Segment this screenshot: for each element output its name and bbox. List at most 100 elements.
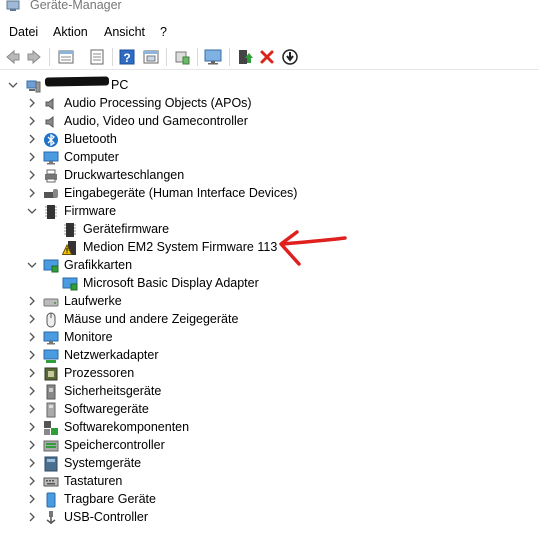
tree-category-label: Bluetooth xyxy=(64,132,117,146)
update-driver-icon[interactable] xyxy=(236,48,254,66)
chevron-down-icon[interactable] xyxy=(27,260,37,270)
chevron-right-icon[interactable] xyxy=(27,170,37,180)
monitor-icon xyxy=(43,331,59,345)
menu-ansicht[interactable]: Ansicht xyxy=(104,25,145,39)
tree-category[interactable]: Audio Processing Objects (APOs) xyxy=(0,95,539,113)
tree-device[interactable]: Gerätefirmware xyxy=(0,221,539,239)
tree-category[interactable]: Prozessoren xyxy=(0,365,539,383)
tree-device[interactable]: Medion EM2 System Firmware 113 xyxy=(0,239,539,257)
chevron-right-icon[interactable] xyxy=(27,458,37,468)
tree-category-label: Netzwerkadapter xyxy=(64,348,159,362)
tree-category[interactable]: Softwaregeräte xyxy=(0,401,539,419)
display-adapter-icon xyxy=(62,277,78,291)
tree-category-label: Mäuse und andere Zeigegeräte xyxy=(64,312,239,326)
tree-category-label: Speichercontroller xyxy=(64,438,165,452)
chevron-right-icon[interactable] xyxy=(27,296,37,306)
tree-category-label: Computer xyxy=(64,150,119,164)
tree-category-label: Firmware xyxy=(64,204,117,218)
title-bar: Geräte-Manager xyxy=(0,0,539,18)
chevron-right-icon[interactable] xyxy=(27,422,37,432)
tree-category[interactable]: Eingabegeräte (Human Interface Devices) xyxy=(0,185,539,203)
chevron-right-icon[interactable] xyxy=(27,368,37,378)
chevron-right-icon[interactable] xyxy=(27,134,37,144)
tree-category-label: Audio, Video und Gamecontroller xyxy=(64,114,248,128)
tree-category[interactable]: Tastaturen xyxy=(0,473,539,491)
tree-root-label: PC xyxy=(111,78,129,92)
computer-icon xyxy=(26,80,41,93)
software-component-icon xyxy=(44,421,58,435)
chevron-right-icon[interactable] xyxy=(27,386,37,396)
monitor-icon[interactable] xyxy=(204,48,222,66)
tree-category-label: Prozessoren xyxy=(64,366,135,380)
tree-category-label: Systemgeräte xyxy=(64,456,142,470)
tree-category[interactable]: Grafikkarten xyxy=(0,257,539,275)
disable-icon[interactable] xyxy=(281,48,299,66)
chevron-right-icon[interactable] xyxy=(27,314,37,324)
chevron-right-icon[interactable] xyxy=(27,188,37,198)
chevron-right-icon[interactable] xyxy=(27,98,37,108)
redacted-computer-name xyxy=(44,76,110,87)
tree-category[interactable]: Firmware xyxy=(0,203,539,221)
tree-device-label: Microsoft Basic Display Adapter xyxy=(83,276,259,290)
tree-category[interactable]: Mäuse und andere Zeigegeräte xyxy=(0,311,539,329)
usb-icon xyxy=(46,511,56,524)
menu-datei[interactable]: Datei xyxy=(9,25,38,39)
device-tree: PC Audio Processing Objects (APOs) Audio,… xyxy=(0,73,539,535)
red-arrow-annotation xyxy=(279,230,347,266)
speaker-icon xyxy=(45,116,54,128)
back-icon[interactable] xyxy=(4,48,22,66)
tree-category[interactable]: Speichercontroller xyxy=(0,437,539,455)
tree-category[interactable]: Audio, Video und Gamecontroller xyxy=(0,113,539,131)
software-device-icon xyxy=(46,402,56,418)
help-icon[interactable]: ? xyxy=(118,48,136,66)
tree-category[interactable]: Computer xyxy=(0,149,539,167)
toolbar-separator xyxy=(166,48,167,66)
display-adapter-icon xyxy=(43,259,59,273)
tree-category[interactable]: Druckwarteschlangen xyxy=(0,167,539,185)
toolbar-separator xyxy=(112,48,113,66)
tree-category-label: Druckwarteschlangen xyxy=(64,168,185,182)
tree-category[interactable]: Netzwerkadapter xyxy=(0,347,539,365)
chevron-down-icon[interactable] xyxy=(27,206,37,216)
toolbar: ? xyxy=(0,44,539,70)
tree-device[interactable]: Microsoft Basic Display Adapter xyxy=(0,275,539,293)
forward-icon[interactable] xyxy=(25,48,43,66)
chevron-right-icon[interactable] xyxy=(27,152,37,162)
chevron-right-icon[interactable] xyxy=(27,512,37,522)
tree-category[interactable]: Laufwerke xyxy=(0,293,539,311)
chevron-down-icon[interactable] xyxy=(8,80,18,90)
chip-icon xyxy=(45,205,57,219)
menu-aktion[interactable]: Aktion xyxy=(53,25,88,39)
tree-category[interactable]: USB-Controller xyxy=(0,509,539,527)
chevron-right-icon[interactable] xyxy=(27,440,37,450)
chevron-right-icon[interactable] xyxy=(27,332,37,342)
tree-category-label: Audio Processing Objects (APOs) xyxy=(64,96,252,110)
security-icon xyxy=(46,384,56,400)
chevron-right-icon[interactable] xyxy=(27,116,37,126)
scan-hardware-icon[interactable] xyxy=(173,48,191,66)
tree-category[interactable]: Softwarekomponenten xyxy=(0,419,539,437)
tree-category[interactable]: Bluetooth xyxy=(0,131,539,149)
tree-category[interactable]: Tragbare Geräte xyxy=(0,491,539,509)
tree-category[interactable]: Sicherheitsgeräte xyxy=(0,383,539,401)
chevron-right-icon[interactable] xyxy=(27,494,37,504)
tree-category[interactable]: Monitore xyxy=(0,329,539,347)
toolbar-separator xyxy=(229,48,230,66)
chip-warning-icon xyxy=(62,241,76,255)
chevron-right-icon[interactable] xyxy=(27,404,37,414)
tree-category-label: Softwarekomponenten xyxy=(64,420,190,434)
tree-category[interactable]: Systemgeräte xyxy=(0,455,539,473)
chevron-right-icon[interactable] xyxy=(27,476,37,486)
drive-icon xyxy=(43,298,59,307)
uninstall-icon[interactable] xyxy=(258,48,276,66)
properties-grid-icon[interactable] xyxy=(57,48,75,66)
show-hidden-icon[interactable] xyxy=(142,48,160,66)
chip-icon xyxy=(64,223,76,237)
bluetooth-icon xyxy=(44,133,58,147)
tree-device-label: Medion EM2 System Firmware 113 xyxy=(83,240,278,254)
chevron-right-icon[interactable] xyxy=(27,350,37,360)
properties-icon[interactable] xyxy=(88,48,106,66)
window-title: Geräte-Manager xyxy=(30,0,122,12)
tree-category-label: Eingabegeräte (Human Interface Devices) xyxy=(64,186,298,200)
menu-help[interactable]: ? xyxy=(160,25,167,39)
